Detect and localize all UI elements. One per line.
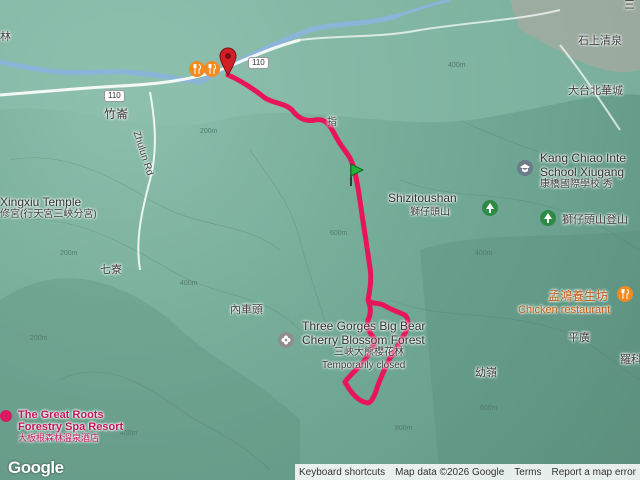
elevation-label: 400m	[475, 250, 493, 257]
place-label-qiliao[interactable]: 七寮	[100, 265, 122, 276]
keyboard-shortcuts-link[interactable]: Keyboard shortcuts	[299, 467, 385, 478]
elevation-label: 400m	[448, 62, 466, 69]
tree-icon[interactable]	[482, 200, 498, 216]
place-label-road-fragment: 指	[327, 117, 337, 128]
place-label-kangchiao-2[interactable]: School Xiugang	[540, 166, 624, 178]
place-label-kangchiao-1[interactable]: Kang Chiao Inte	[540, 152, 626, 164]
elevation-label: 200m	[200, 128, 218, 135]
start-flag-icon[interactable]	[346, 160, 366, 188]
elevation-label: 200m	[30, 335, 48, 342]
fork-knife-icon[interactable]	[617, 286, 633, 302]
elevation-label: 600m	[480, 405, 498, 412]
place-label-xingxiu-temple[interactable]: Xingxiu Temple	[0, 196, 81, 208]
place-label-kangchiao-zh[interactable]: 康橋國際學校 秀	[540, 180, 613, 190]
place-label-great-roots-1[interactable]: The Great Roots	[18, 410, 104, 421]
place-label-zhulun[interactable]: 竹崙	[104, 108, 128, 120]
place-label-pingguang[interactable]: 平廣	[568, 333, 590, 344]
report-map-error-link[interactable]: Report a map error	[552, 467, 636, 478]
elevation-label: 600m	[330, 230, 348, 237]
place-label-xingxiu-temple-zh[interactable]: 修宮(行天宮三峽分宮)	[0, 210, 97, 220]
elevation-label: 400m	[180, 280, 198, 287]
end-marker-icon[interactable]	[218, 46, 238, 76]
google-logo: Google	[8, 458, 64, 477]
place-label-three-gorges-zh[interactable]: 三峽大熊櫻花林	[334, 348, 404, 358]
school-icon[interactable]	[517, 160, 533, 176]
map-canvas[interactable]: 200m 400m 200m 400m 400m 200m 600m 400m …	[0, 0, 640, 480]
fork-knife-icon[interactable]	[189, 61, 205, 77]
place-label-shizitoushan-zh[interactable]: 獅仔頭山	[410, 208, 450, 218]
place-label-lin[interactable]: 林	[0, 32, 11, 43]
terms-link[interactable]: Terms	[514, 467, 541, 478]
place-label-neichetou[interactable]: 內車頭	[230, 305, 263, 316]
elevation-label: 200m	[60, 250, 78, 257]
flower-icon[interactable]	[278, 332, 294, 348]
place-label-three-gorges-status: Temporarily closed	[322, 360, 406, 371]
place-label-three-gorges-2[interactable]: Cherry Blossom Forest	[302, 334, 425, 346]
tree-icon[interactable]	[540, 210, 556, 226]
place-label-luoxi[interactable]: 羅科	[620, 355, 640, 366]
road-shield-110: 110	[248, 57, 269, 69]
place-label-top-right: 三	[624, 0, 635, 11]
place-label-youling[interactable]: 幼嶺	[475, 368, 497, 379]
place-label-menghong-en[interactable]: Chicken restaurant	[518, 305, 610, 316]
resort-pin-icon[interactable]	[0, 410, 12, 422]
place-label-shishang[interactable]: 石上清泉	[578, 36, 622, 47]
place-label-shizitou-trail[interactable]: 獅仔頭山登山	[562, 215, 628, 226]
place-label-three-gorges-1[interactable]: Three Gorges Big Bear	[302, 320, 425, 332]
place-label-menghong-zh[interactable]: 孟鴻養生坊	[548, 290, 608, 302]
place-label-great-roots-2[interactable]: Forestry Spa Resort	[18, 422, 123, 433]
place-label-datai[interactable]: 大台北華城	[568, 86, 623, 97]
elevation-label: 800m	[395, 425, 413, 432]
map-footer: Keyboard shortcuts Map data ©2026 Google…	[294, 464, 640, 480]
map-data-attribution: Map data ©2026 Google	[395, 466, 505, 478]
place-label-great-roots-zh[interactable]: 大板根森林溫泉酒店	[18, 434, 99, 443]
hiking-track	[225, 72, 411, 406]
place-label-shizitoushan[interactable]: Shizitoushan	[388, 192, 457, 204]
road-shield-110: 110	[104, 90, 125, 102]
